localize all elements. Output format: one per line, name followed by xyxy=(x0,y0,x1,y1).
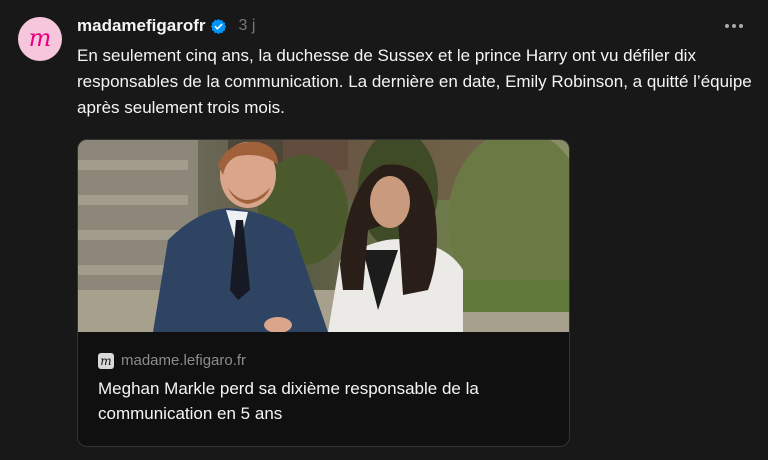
post-text: En seulement cinq ans, la duchesse de Su… xyxy=(77,46,752,117)
post-header: madamefigarofr 3 j xyxy=(77,14,255,38)
verified-badge-icon xyxy=(210,18,227,35)
more-options-icon[interactable] xyxy=(725,15,743,37)
avatar[interactable]: m xyxy=(18,17,62,61)
link-preview-card[interactable]: m madame.lefigaro.fr Meghan Markle perd … xyxy=(77,139,570,447)
post-timestamp[interactable]: 3 j xyxy=(238,17,255,35)
link-preview-image xyxy=(78,140,569,332)
site-favicon-icon: m xyxy=(98,352,114,369)
link-meta: m madame.lefigaro.fr xyxy=(98,352,246,369)
username-link[interactable]: madamefigarofr xyxy=(77,16,205,36)
avatar-letter: m xyxy=(28,24,52,52)
link-title: Meghan Markle perd sa dixième responsabl… xyxy=(98,379,479,423)
link-domain: madame.lefigaro.fr xyxy=(121,352,247,369)
